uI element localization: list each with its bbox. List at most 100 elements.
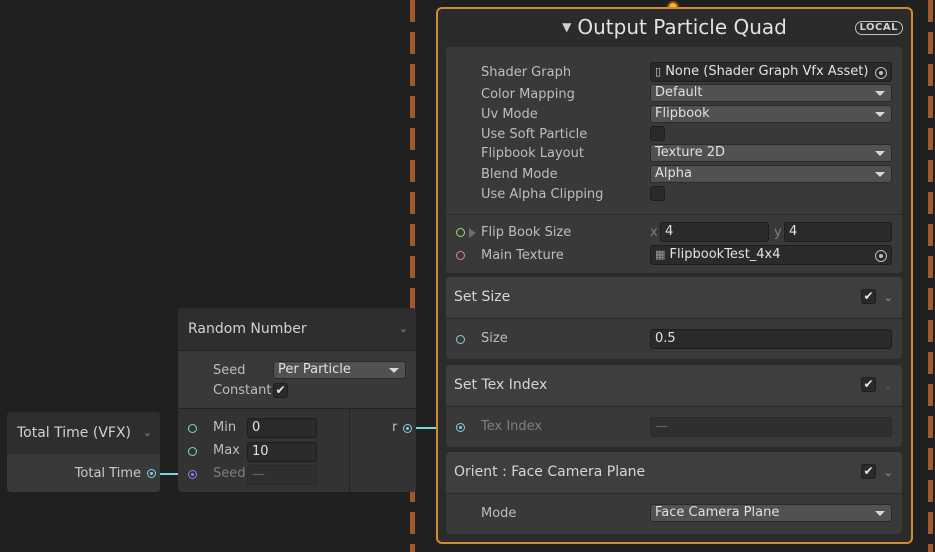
context-settings-panel: Shader Graph ▯ None (Shader Graph Vfx As… [446,47,902,273]
node-ports: Min 0 Max 10 Seed — r [178,408,416,493]
max-label: Max [213,443,240,458]
flip-book-x-field[interactable]: 4 [660,222,769,242]
color-mapping-value: Default [655,85,703,100]
flip-book-size-port-icon[interactable] [456,228,465,237]
seed-mode-dropdown[interactable]: Per Particle [273,361,406,379]
block-header[interactable]: Orient : Face Camera Plane ✔ ⌄ [446,452,902,494]
total-time-output-label: Total Time [74,466,141,481]
flip-book-y-field[interactable]: 4 [784,222,892,242]
max-port-icon[interactable] [188,447,197,456]
ports-divider [349,409,350,493]
block-enabled-checkbox[interactable]: ✔ [861,377,876,392]
blend-mode-dropdown[interactable]: Alpha [650,165,892,183]
orient-block[interactable]: Orient : Face Camera Plane ✔ ⌄ Mode Face… [446,452,902,534]
color-mapping-dropdown[interactable]: Default [650,84,892,102]
node-title[interactable]: Random Number ⌄ [178,308,416,350]
color-mapping-label: Color Mapping [481,87,575,102]
tex-index-port-icon[interactable] [456,423,465,432]
context-title: ▼ Output Particle Quad [438,15,911,39]
tex-index-label: Tex Index [481,419,543,434]
min-label: Min [213,420,237,435]
soft-particle-checkbox[interactable] [650,126,665,141]
flow-connection-right [928,0,933,552]
dropdown-caret-icon [875,91,885,96]
flip-book-size-label: Flip Book Size [481,225,572,240]
mode-label: Mode [481,506,517,521]
set-size-block[interactable]: Set Size ✔ ⌄ Size 0.5 [446,277,902,359]
uv-mode-dropdown[interactable]: Flipbook [650,105,892,123]
alpha-clipping-label: Use Alpha Clipping [481,187,604,202]
dropdown-caret-icon [875,112,885,117]
chevron-down-icon[interactable]: ⌄ [884,291,893,304]
node-settings: Seed Per Particle Constant ✔ [178,350,416,408]
seed-port-label: Seed [213,466,246,481]
texture-icon: ▦ [655,248,666,261]
local-badge[interactable]: LOCAL [854,21,903,35]
settings-divider [446,214,902,215]
main-texture-label: Main Texture [481,248,564,263]
random-number-title: Random Number [188,321,307,337]
main-texture-field[interactable]: ▦ FlipbookTest_4x4 [650,245,892,265]
blend-mode-label: Blend Mode [481,167,558,182]
chevron-down-icon[interactable]: ⌄ [884,379,893,392]
constant-checkbox[interactable]: ✔ [273,383,288,398]
dropdown-caret-icon [875,151,885,156]
uv-mode-label: Uv Mode [481,107,538,122]
orient-mode-dropdown[interactable]: Face Camera Plane [650,504,892,522]
dropdown-caret-icon [389,368,399,373]
block-title: Set Tex Index [454,377,548,393]
node-title[interactable]: Total Time (VFX) ⌄ [7,412,160,454]
block-enabled-checkbox[interactable]: ✔ [861,289,876,304]
seed-mode-value: Per Particle [278,362,351,377]
dropdown-caret-icon [875,511,885,516]
orient-mode-value: Face Camera Plane [655,505,780,520]
object-picker-icon[interactable] [872,247,890,265]
seed-port-field: — [247,465,317,485]
uv-mode-value: Flipbook [655,106,710,121]
file-icon: ▯ [655,65,662,78]
output-port-icon[interactable] [147,469,156,478]
block-header[interactable]: Set Tex Index ✔ ⌄ [446,365,902,407]
context-title-text: Output Particle Quad [577,15,787,39]
shader-graph-value: None (Shader Graph Vfx Asset) [665,64,869,79]
size-field[interactable]: 0.5 [650,329,892,349]
blend-mode-value: Alpha [655,166,692,181]
constant-label: Constant [213,383,272,398]
block-title: Set Size [454,289,511,305]
r-output-label: r [392,420,398,435]
flipbook-layout-dropdown[interactable]: Texture 2D [650,144,892,162]
r-output-port-icon[interactable] [403,424,412,433]
dropdown-caret-icon [875,172,885,177]
x-label: x [650,225,658,240]
soft-particle-label: Use Soft Particle [481,127,588,142]
set-tex-index-block[interactable]: Set Tex Index ✔ ⌄ Tex Index — [446,365,902,447]
total-time-title: Total Time (VFX) [17,425,132,441]
random-number-node[interactable]: Random Number ⌄ Seed Per Particle Consta… [178,308,416,493]
tex-index-field: — [650,417,892,437]
y-label: y [774,225,782,240]
total-time-output[interactable]: Total Time [75,466,156,481]
seed-setting-label: Seed [213,363,246,378]
chevron-down-icon[interactable]: ⌄ [143,426,152,439]
expand-triangle-icon[interactable] [469,228,476,238]
size-port-icon[interactable] [456,335,465,344]
max-field[interactable]: 10 [247,442,317,462]
shader-graph-field[interactable]: ▯ None (Shader Graph Vfx Asset) [650,62,892,82]
shader-graph-label: Shader Graph [481,65,572,80]
flipbook-layout-value: Texture 2D [655,145,726,160]
alpha-clipping-checkbox[interactable] [650,186,665,201]
main-texture-value: FlipbookTest_4x4 [669,247,781,262]
object-picker-icon[interactable] [872,64,890,82]
total-time-node[interactable]: Total Time (VFX) ⌄ Total Time [7,412,160,492]
size-label: Size [481,331,508,346]
min-field[interactable]: 0 [247,418,317,438]
chevron-down-icon[interactable]: ⌄ [884,466,893,479]
main-texture-port-icon[interactable] [456,251,465,260]
block-header[interactable]: Set Size ✔ ⌄ [446,277,902,319]
chevron-down-icon[interactable]: ⌄ [399,322,408,335]
min-port-icon[interactable] [188,424,197,433]
block-title: Orient : Face Camera Plane [454,464,646,480]
vfx-icon: ▼ [562,20,572,34]
seed-port-icon[interactable] [188,470,197,479]
block-enabled-checkbox[interactable]: ✔ [861,464,876,479]
